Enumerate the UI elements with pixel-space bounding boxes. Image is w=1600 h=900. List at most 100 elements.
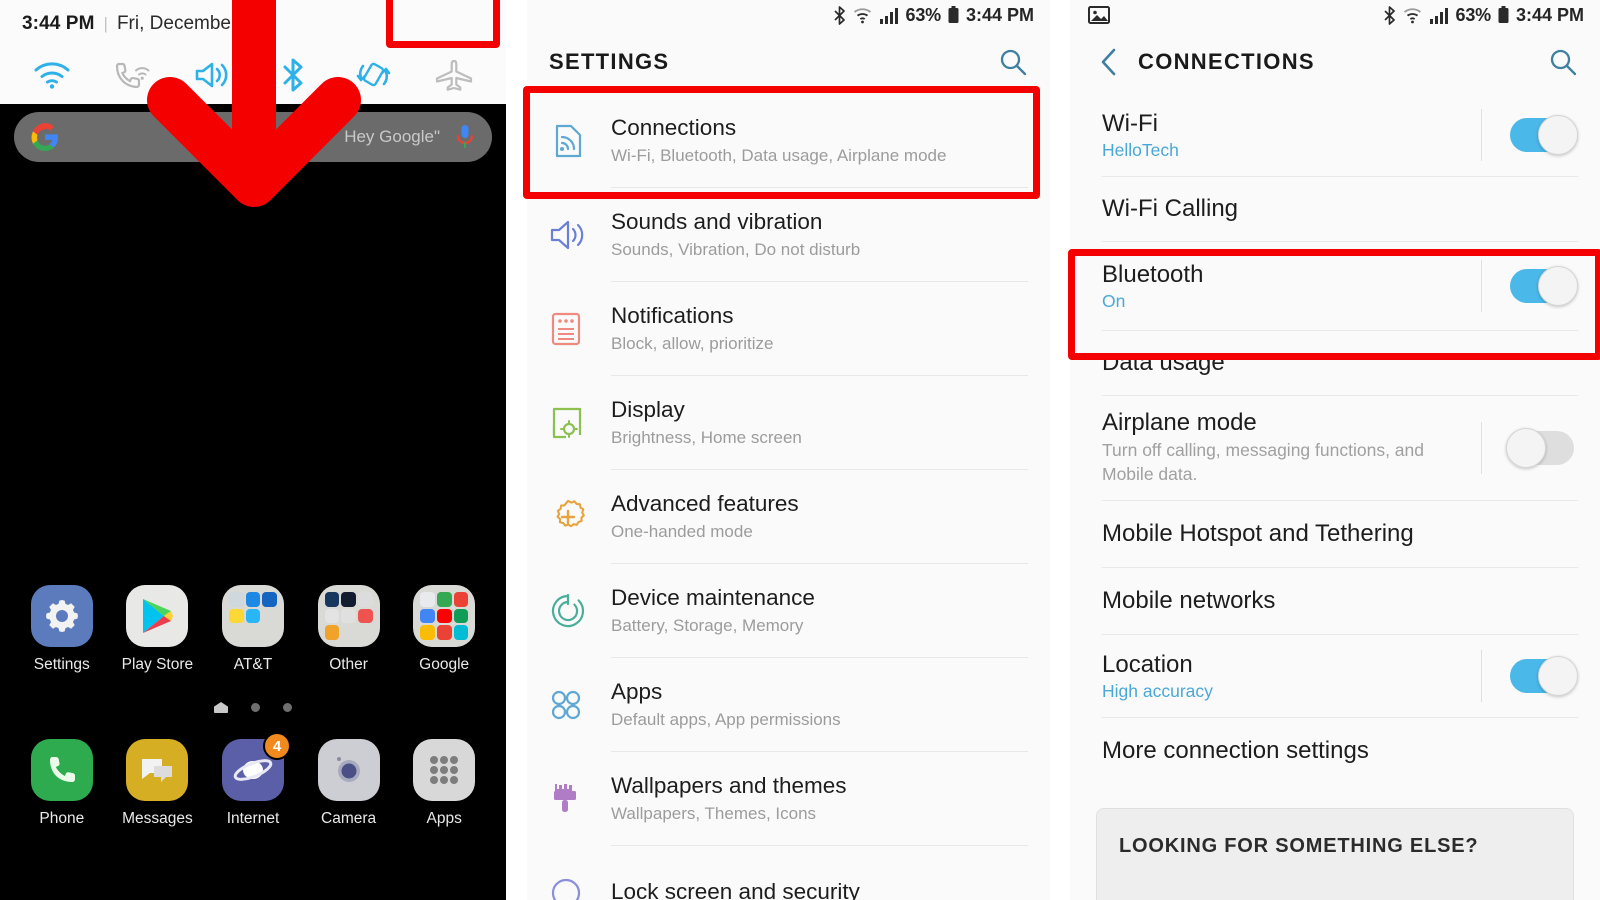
home-app-play-store[interactable]: Play Store	[114, 585, 200, 674]
folder-icon	[317, 585, 380, 647]
wifi-toggle[interactable]	[1510, 115, 1578, 155]
home-app-messages[interactable]: Messages	[114, 739, 200, 828]
connection-row-title: Mobile networks	[1102, 587, 1276, 614]
home-screen-grid: Settings Play Store AT&T Other Google Ph…	[0, 585, 506, 828]
connection-row-airplane-mode[interactable]: Airplane mode Turn off calling, messagin…	[1070, 396, 1600, 500]
page-dot[interactable]	[283, 703, 292, 712]
toggle-wrap	[1481, 260, 1600, 312]
connection-row-text: Data usage	[1102, 349, 1600, 377]
home-folder-google[interactable]: Google	[401, 585, 487, 674]
settings-row-text: Connections Wi-Fi, Bluetooth, Data usage…	[611, 114, 1050, 167]
settings-row-text: Sounds and vibration Sounds, Vibration, …	[611, 208, 1050, 261]
home-app-label: Other	[329, 656, 368, 673]
signal-bars-icon	[879, 7, 898, 24]
home-app-phone[interactable]: Phone	[19, 739, 105, 828]
settings-row-connections[interactable]: Connections Wi-Fi, Bluetooth, Data usage…	[527, 94, 1050, 187]
toggle-wrap	[1481, 650, 1600, 702]
home-row-1: Settings Play Store AT&T Other Google	[0, 585, 506, 674]
folder-icon	[221, 585, 284, 647]
toggle-wrap	[1481, 422, 1600, 474]
home-app-apps[interactable]: Apps	[401, 739, 487, 828]
settings-row-title: Display	[611, 396, 685, 422]
bluetooth-icon	[833, 5, 845, 25]
connection-row-wifi-calling[interactable]: Wi-Fi Calling	[1070, 177, 1600, 241]
settings-row-notifications[interactable]: Notifications Block, allow, prioritize	[527, 282, 1050, 375]
toggle-knob	[1538, 656, 1578, 696]
home-app-settings[interactable]: Settings	[19, 585, 105, 674]
bluetooth-icon	[1383, 5, 1395, 25]
search-icon[interactable]	[998, 47, 1028, 77]
quick-toggle-wifi-calling[interactable]	[108, 51, 156, 99]
connections-panel: 63% 3:44 PM CONNECTIONS Wi-Fi HelloTech …	[1070, 0, 1600, 900]
wifi-icon	[1403, 7, 1421, 23]
home-app-camera[interactable]: Camera	[306, 739, 392, 828]
home-app-label: Settings	[33, 656, 90, 673]
quick-toggle-sound[interactable]	[189, 51, 237, 99]
connection-row-title: Location	[1102, 650, 1193, 678]
airplane-mode-toggle[interactable]	[1506, 428, 1574, 468]
device-maintenance-icon	[549, 592, 611, 630]
connection-row-text: Wi-Fi HelloTech	[1102, 110, 1481, 161]
quick-panel-time: 3:44 PM	[22, 13, 95, 34]
connection-row-text: Mobile Hotspot and Tethering	[1102, 520, 1600, 548]
page-dot[interactable]	[251, 703, 260, 712]
status-bar-icons: 63% 3:44 PM	[1383, 5, 1584, 26]
quick-toggle-auto-rotate[interactable]	[349, 51, 397, 99]
quick-toggle-wifi[interactable]	[28, 51, 76, 99]
quick-toggle-airplane[interactable]	[430, 51, 478, 99]
location-toggle[interactable]	[1510, 656, 1578, 696]
signal-bars-icon	[1429, 7, 1448, 24]
screenshot-stage: 3:44 PM | Fri, December Hey Google" Sett…	[0, 0, 1600, 900]
display-icon	[549, 405, 611, 441]
microphone-icon[interactable]	[454, 123, 476, 151]
lock-screen-icon	[549, 876, 611, 900]
search-icon[interactable]	[1548, 47, 1578, 77]
connection-row-subtitle: Turn off calling, messaging functions, a…	[1102, 440, 1424, 484]
quick-toggle-bluetooth[interactable]	[269, 51, 317, 99]
home-page-indicator[interactable]	[214, 702, 228, 713]
settings-row-text: Apps Default apps, App permissions	[611, 678, 1050, 731]
home-app-internet[interactable]: 4 Internet	[210, 732, 296, 828]
page-title: SETTINGS	[549, 49, 670, 74]
chevron-left-icon[interactable]	[1098, 47, 1120, 77]
quick-panel-status-row: 3:44 PM | Fri, December	[0, 8, 506, 40]
settings-row-advanced-features[interactable]: Advanced features One-handed mode	[527, 470, 1050, 563]
connection-row-more-settings[interactable]: More connection settings	[1070, 718, 1600, 784]
battery-percent: 63%	[905, 4, 942, 25]
settings-row-lock-screen[interactable]: Lock screen and security	[527, 846, 1050, 900]
shade-handle	[245, 106, 267, 109]
settings-row-subtitle: One-handed mode	[611, 522, 753, 542]
settings-row-title: Sounds and vibration	[611, 208, 823, 234]
connections-list: Wi-Fi HelloTech Wi-Fi Calling Bluetooth	[1070, 94, 1600, 900]
battery-icon	[948, 6, 959, 23]
home-folder-att[interactable]: AT&T	[210, 585, 296, 674]
connection-row-location[interactable]: Location High accuracy	[1070, 635, 1600, 717]
settings-row-wallpapers[interactable]: Wallpapers and themes Wallpapers, Themes…	[527, 752, 1050, 845]
wifi-icon	[853, 7, 871, 23]
wifi-calling-icon	[116, 62, 150, 89]
home-folder-other[interactable]: Other	[306, 585, 392, 674]
connection-row-hotspot[interactable]: Mobile Hotspot and Tethering	[1070, 501, 1600, 567]
connection-row-bluetooth[interactable]: Bluetooth On	[1070, 242, 1600, 330]
settings-row-subtitle: Wallpapers, Themes, Icons	[611, 804, 817, 824]
settings-row-device-maintenance[interactable]: Device maintenance Battery, Storage, Mem…	[527, 564, 1050, 657]
settings-row-display[interactable]: Display Brightness, Home screen	[527, 376, 1050, 469]
looking-for-something-else-card[interactable]: LOOKING FOR SOMETHING ELSE?	[1096, 808, 1574, 900]
bluetooth-icon	[283, 58, 303, 92]
connection-row-text: More connection settings	[1102, 737, 1600, 765]
settings-row-title: Device maintenance	[611, 584, 815, 610]
connection-row-mobile-networks[interactable]: Mobile networks	[1070, 568, 1600, 634]
connection-row-text: Wi-Fi Calling	[1102, 195, 1600, 223]
quick-panel-date: Fri, December	[116, 13, 238, 34]
toggle-separator	[1481, 422, 1482, 474]
connection-row-data-usage[interactable]: Data usage	[1070, 331, 1600, 395]
connection-row-wifi[interactable]: Wi-Fi HelloTech	[1070, 94, 1600, 176]
settings-row-sounds[interactable]: Sounds and vibration Sounds, Vibration, …	[527, 188, 1050, 281]
settings-row-apps[interactable]: Apps Default apps, App permissions	[527, 658, 1050, 751]
toggle-separator	[1481, 109, 1482, 161]
connection-row-text: Location High accuracy	[1102, 651, 1481, 702]
bluetooth-toggle[interactable]	[1510, 266, 1578, 306]
quick-panel-separator: |	[103, 14, 108, 33]
google-search-bar[interactable]: Hey Google"	[14, 112, 492, 162]
settings-row-subtitle: Default apps, App permissions	[611, 710, 841, 730]
